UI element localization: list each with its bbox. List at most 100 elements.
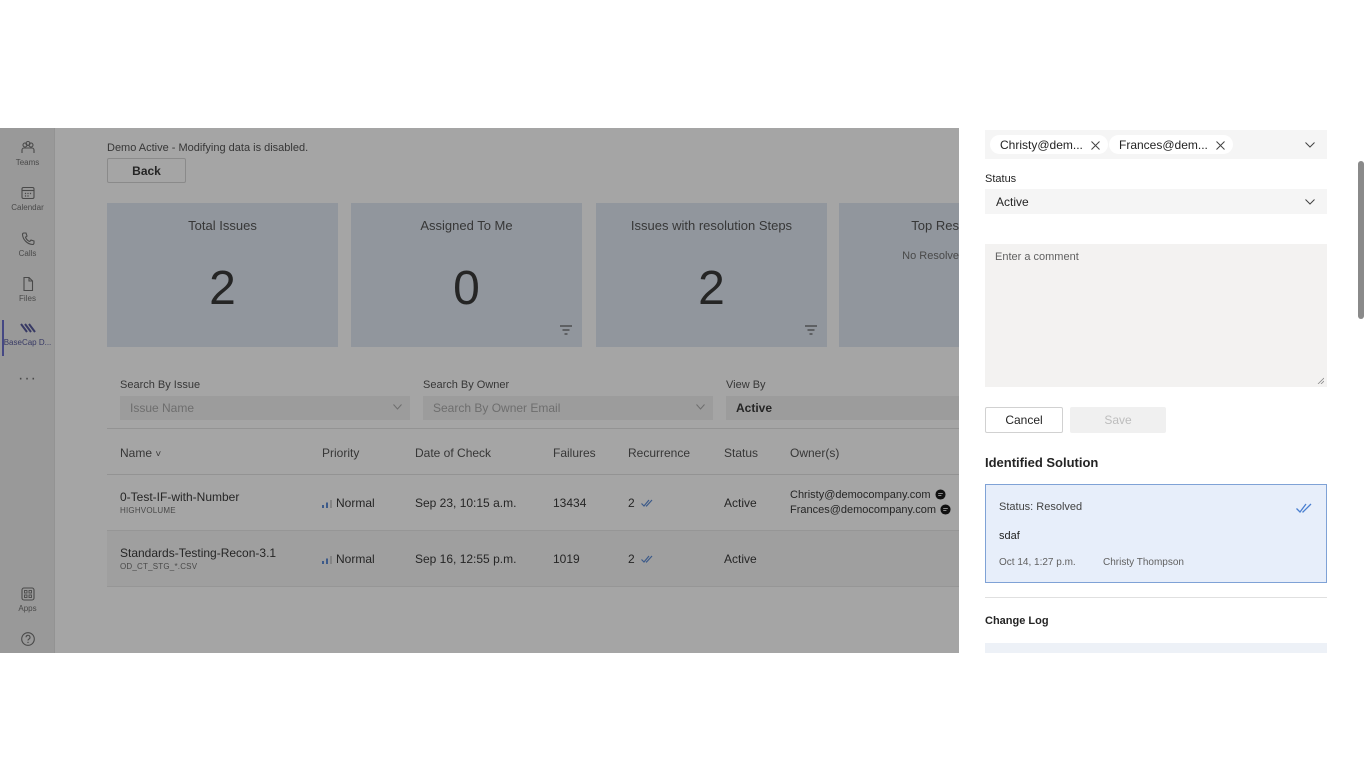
solution-date: Oct 14, 1:27 p.m. — [999, 557, 1076, 568]
rail-item-label: Apps — [18, 604, 37, 613]
chevron-down-icon — [1305, 199, 1315, 205]
date-of-check: Sep 16, 12:55 p.m. — [415, 552, 517, 566]
sort-indicator-icon: ˅ — [155, 449, 162, 460]
failures-count: 13434 — [553, 496, 587, 510]
card-value: 2 — [698, 262, 725, 315]
calendar-icon — [20, 186, 35, 200]
change-log-entry — [985, 643, 1327, 653]
card-subtitle: No Resolve — [902, 250, 959, 262]
view-by-dropdown[interactable]: Active — [726, 396, 959, 420]
column-header-priority[interactable]: Priority — [322, 446, 359, 460]
apps-icon — [20, 587, 35, 601]
owner-search-label: Search By Owner — [423, 379, 510, 391]
active-indicator — [2, 320, 4, 356]
teams-icon — [20, 140, 35, 153]
chat-icon[interactable] — [940, 504, 951, 515]
solution-card[interactable]: Status: Resolved sdaf Oct 14, 1:27 p.m. … — [985, 484, 1327, 583]
column-header-failures[interactable]: Failures — [553, 446, 596, 460]
issue-source: OD_CT_STG_*.CSV — [120, 562, 198, 571]
resize-handle-icon[interactable] — [1317, 377, 1324, 384]
rail-item-teams[interactable]: Teams — [0, 140, 55, 184]
rail-item-apps[interactable]: Apps — [0, 586, 55, 630]
card-top-resolutions[interactable]: Top Res No Resolve — [839, 203, 959, 347]
rail-item-files[interactable]: Files — [0, 276, 55, 320]
owner-email: Frances@democompany.com — [790, 504, 951, 516]
app-window: Teams Calendar Calls Files BaseCap D... … — [0, 128, 1366, 653]
filter-icon[interactable] — [805, 325, 817, 335]
close-icon[interactable] — [1216, 141, 1225, 150]
filter-icon[interactable] — [560, 325, 572, 335]
card-issues-with-resolution[interactable]: Issues with resolution Steps 2 — [596, 203, 827, 347]
rail-item-label: Calls — [18, 249, 37, 258]
failures-count: 1019 — [553, 552, 580, 566]
section-divider — [985, 597, 1327, 598]
owner-search-dropdown[interactable]: Search By Owner Email — [423, 396, 713, 420]
issue-name[interactable]: 0-Test-IF-with-Number — [120, 490, 239, 504]
priority-cell: Normal — [322, 552, 375, 566]
chevron-down-icon — [393, 404, 402, 410]
rail-item-label: Teams — [15, 158, 40, 167]
app-rail: Teams Calendar Calls Files BaseCap D... … — [0, 128, 55, 653]
more-apps-button[interactable]: ··· — [0, 370, 55, 388]
chat-icon[interactable] — [935, 489, 946, 500]
issue-name[interactable]: Standards-Testing-Recon-3.1 — [120, 546, 276, 560]
chevron-down-icon — [696, 404, 705, 410]
rail-item-calendar[interactable]: Calendar — [0, 185, 55, 229]
scrollbar-thumb[interactable] — [1358, 161, 1364, 319]
status-dropdown[interactable]: Active — [985, 189, 1327, 214]
priority-cell: Normal — [322, 496, 375, 510]
recurrence-cell: 2 — [628, 496, 653, 510]
save-button[interactable]: Save — [1070, 407, 1166, 433]
owner-search-placeholder: Search By Owner Email — [433, 401, 561, 415]
issue-search-dropdown[interactable]: Issue Name — [120, 396, 410, 420]
card-assigned-to-me[interactable]: Assigned To Me 0 — [351, 203, 582, 347]
rail-item-label: Files — [19, 294, 36, 303]
comment-textarea[interactable]: Enter a comment — [985, 244, 1327, 387]
rail-item-label: Calendar — [11, 203, 44, 212]
column-header-name[interactable]: Name ˅ — [120, 446, 161, 460]
column-header-owners[interactable]: Owner(s) — [790, 446, 839, 460]
table-header: Name ˅ Priority Date of Check Failures R… — [107, 428, 959, 475]
issue-search-placeholder: Issue Name — [130, 401, 195, 415]
chevron-down-icon[interactable] — [1305, 142, 1315, 148]
column-header-status[interactable]: Status — [724, 446, 758, 460]
panel-scrollbar[interactable] — [1356, 128, 1366, 653]
change-log-heading: Change Log — [985, 615, 1049, 627]
issue-detail-panel: Christy@dem... Frances@dem... Status Act… — [959, 128, 1366, 653]
help-icon — [20, 632, 35, 646]
double-check-icon — [640, 555, 653, 563]
status-cell: Active — [724, 496, 757, 510]
cancel-button[interactable]: Cancel — [985, 407, 1063, 433]
table-row[interactable]: Standards-Testing-Recon-3.1 OD_CT_STG_*.… — [107, 531, 959, 587]
card-title: Total Issues — [188, 218, 257, 233]
column-header-recurrence[interactable]: Recurrence — [628, 446, 690, 460]
rail-item-calls[interactable]: Calls — [0, 231, 55, 275]
identified-solution-heading: Identified Solution — [985, 455, 1099, 470]
card-title: Assigned To Me — [420, 218, 513, 233]
issue-source: HIGHVOLUME — [120, 506, 176, 515]
status-cell: Active — [724, 552, 757, 566]
view-by-label: View By — [726, 379, 766, 391]
column-header-date[interactable]: Date of Check — [415, 446, 491, 460]
solution-author: Christy Thompson — [1103, 557, 1184, 568]
rail-item-help[interactable] — [0, 631, 55, 653]
card-total-issues[interactable]: Total Issues 2 — [107, 203, 338, 347]
back-button[interactable]: Back — [107, 158, 186, 183]
comment-placeholder: Enter a comment — [995, 251, 1079, 263]
owner-pill: Christy@dem... — [990, 135, 1108, 154]
date-of-check: Sep 23, 10:15 a.m. — [415, 496, 517, 510]
issue-search-label: Search By Issue — [120, 379, 201, 391]
owners-picker[interactable]: Christy@dem... Frances@dem... — [985, 130, 1327, 159]
rail-item-label: BaseCap D... — [3, 338, 52, 347]
owner-pill: Frances@dem... — [1109, 135, 1233, 154]
phone-icon — [21, 232, 35, 246]
owner-email: Christy@democompany.com — [790, 489, 946, 501]
status-value: Active — [996, 195, 1029, 209]
rail-item-basecap[interactable]: BaseCap D... — [0, 320, 55, 364]
solution-text: sdaf — [999, 530, 1020, 542]
file-icon — [22, 276, 33, 292]
double-check-icon — [640, 499, 653, 507]
table-row[interactable]: 0-Test-IF-with-Number HIGHVOLUME Normal … — [107, 475, 959, 531]
close-icon[interactable] — [1091, 141, 1100, 150]
card-title: Top Res — [911, 218, 959, 233]
